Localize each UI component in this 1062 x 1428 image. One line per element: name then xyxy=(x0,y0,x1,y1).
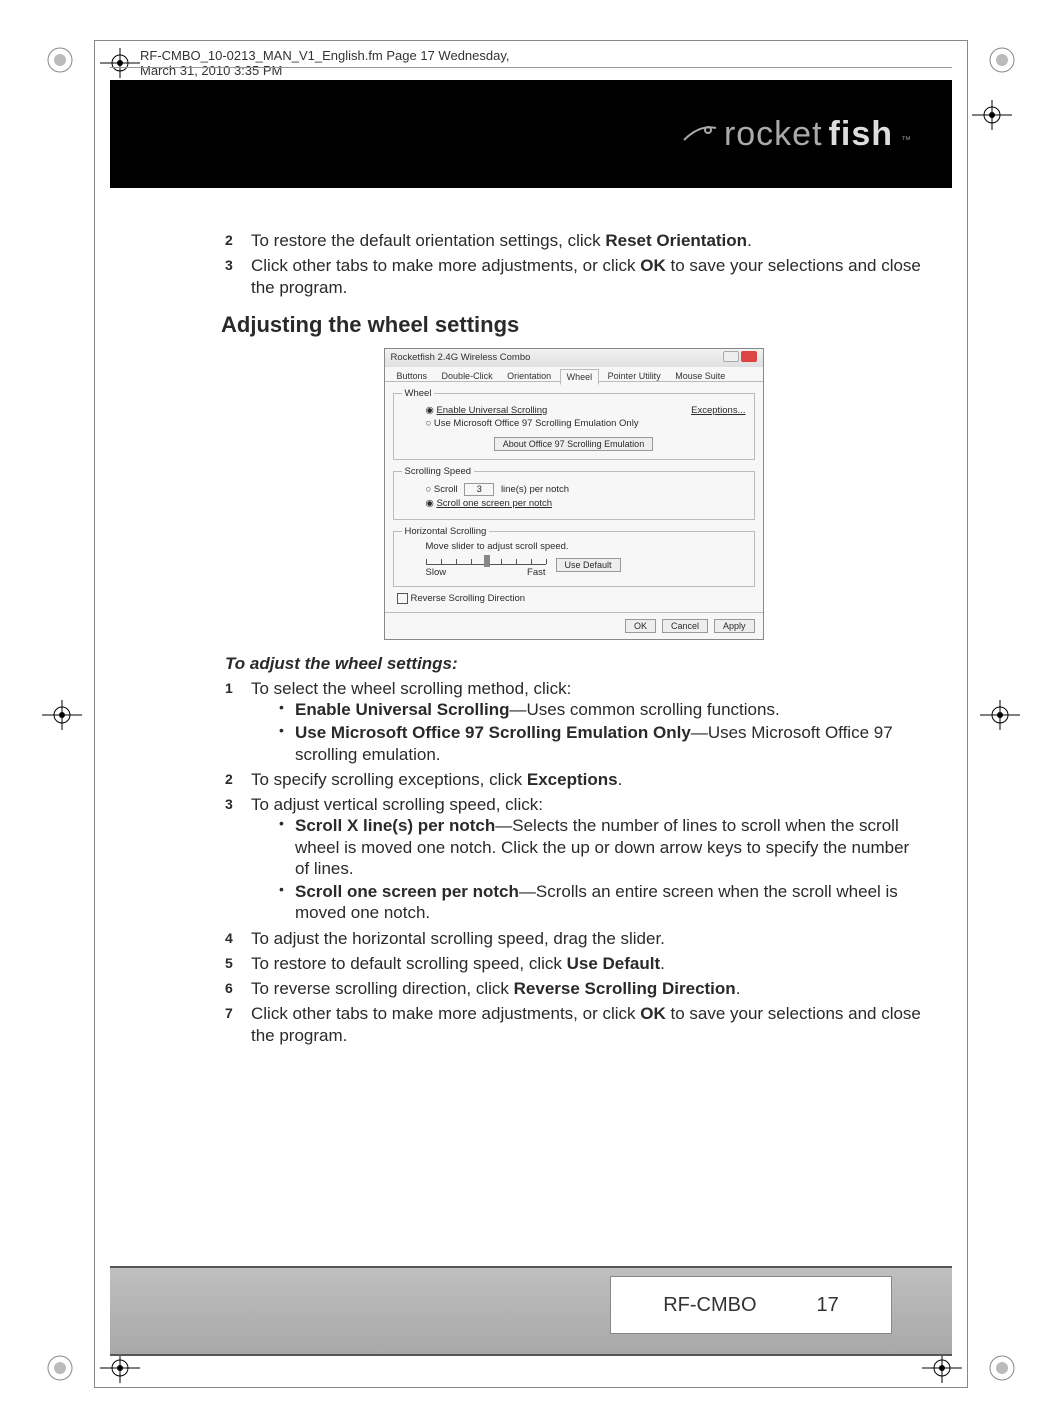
tab-mouse-suite[interactable]: Mouse Suite xyxy=(669,369,731,383)
dialog-tabs[interactable]: Buttons Double-Click Orientation Wheel P… xyxy=(385,367,763,382)
step-text: Click other tabs to make more adjustment… xyxy=(251,256,640,275)
corner-ornament-tr xyxy=(982,40,1022,80)
section-heading: Adjusting the wheel settings xyxy=(221,312,922,338)
footer-band: RF-CMBO 17 xyxy=(110,1266,952,1356)
registration-mark-icon xyxy=(980,700,1020,730)
ui-ref-scroll-one-screen: Scroll one screen per notch xyxy=(295,882,519,901)
step-number: 4 xyxy=(225,930,233,948)
step-4: 4 To adjust the horizontal scrolling spe… xyxy=(225,928,922,949)
ui-ref-exceptions: Exceptions xyxy=(527,770,618,789)
screenshot-wheel-dialog: Rocketfish 2.4G Wireless Combo Buttons D… xyxy=(384,348,764,640)
slider-slow-label: Slow xyxy=(426,567,447,578)
use-default-button[interactable]: Use Default xyxy=(556,558,621,572)
ok-button[interactable]: OK xyxy=(625,619,656,633)
corner-ornament-br xyxy=(982,1348,1022,1388)
logo-suffix: fish xyxy=(829,115,893,154)
exceptions-link[interactable]: Exceptions... xyxy=(691,405,745,416)
tab-double-click[interactable]: Double-Click xyxy=(436,369,499,383)
logo-prefix: rocket xyxy=(724,115,823,154)
step-number: 5 xyxy=(225,955,233,973)
registration-mark-icon xyxy=(972,100,1012,130)
tab-wheel[interactable]: Wheel xyxy=(560,369,600,385)
corner-ornament-tl xyxy=(40,40,80,80)
window-buttons[interactable] xyxy=(721,351,757,365)
tab-orientation[interactable]: Orientation xyxy=(501,369,557,383)
rocketfish-logo-icon xyxy=(682,120,718,148)
lines-suffix: line(s) per notch xyxy=(501,484,569,495)
step-text: To select the wheel scrolling method, cl… xyxy=(251,679,571,698)
step-number: 2 xyxy=(225,232,233,250)
header-meta: RF-CMBO_10-0213_MAN_V1_English.fm Page 1… xyxy=(140,48,542,78)
ui-ref-reset-orientation: Reset Orientation xyxy=(605,231,747,250)
about-office97-button[interactable]: About Office 97 Scrolling Emulation xyxy=(494,437,653,451)
step-number: 6 xyxy=(225,980,233,998)
step-1: 1 To select the wheel scrolling method, … xyxy=(225,678,922,765)
pre-step-3: 3 Click other tabs to make more adjustme… xyxy=(225,255,922,298)
group-horizontal-legend: Horizontal Scrolling xyxy=(402,526,490,537)
radio-office97[interactable]: ○ Use Microsoft Office 97 Scrolling Emul… xyxy=(426,418,639,429)
step-7: 7 Click other tabs to make more adjustme… xyxy=(225,1003,922,1046)
ui-ref-ok: OK xyxy=(640,1004,666,1023)
step-number: 1 xyxy=(225,680,233,698)
step-text: To restore the default orientation setti… xyxy=(251,231,605,250)
group-scrolling-speed: Scrolling Speed ○ Scroll 3 line(s) per n… xyxy=(393,466,755,520)
group-horizontal-scrolling: Horizontal Scrolling Move slider to adju… xyxy=(393,526,755,587)
help-icon[interactable] xyxy=(723,351,739,362)
radio-scroll-lines[interactable]: ○ Scroll 3 line(s) per notch xyxy=(426,483,746,496)
corner-ornament-bl xyxy=(40,1348,80,1388)
group-wheel: Wheel ◉ Enable Universal Scrolling ○ Use… xyxy=(393,388,755,460)
close-icon[interactable] xyxy=(741,351,757,362)
registration-mark-icon xyxy=(42,700,82,730)
lines-per-notch-input[interactable]: 3 xyxy=(464,483,494,496)
step-number: 2 xyxy=(225,771,233,789)
rocketfish-logo: rocketfish ™ xyxy=(682,115,912,154)
bullet-scroll-lines: Scroll X line(s) per notch—Selects the n… xyxy=(279,815,922,879)
step-3: 3 To adjust vertical scrolling speed, cl… xyxy=(225,794,922,924)
dialog-title: Rocketfish 2.4G Wireless Combo xyxy=(391,352,531,363)
header-rule xyxy=(110,67,952,68)
radio-scroll-screen[interactable]: ◉ Scroll one screen per notch xyxy=(426,498,746,509)
pre-step-2: 2 To restore the default orientation set… xyxy=(225,230,922,251)
apply-button[interactable]: Apply xyxy=(714,619,755,633)
radio-enable-universal[interactable]: ◉ Enable Universal Scrolling xyxy=(426,405,639,416)
step-number: 3 xyxy=(225,257,233,275)
tab-pointer-utility[interactable]: Pointer Utility xyxy=(602,369,667,383)
step-text-tail: . xyxy=(747,231,752,250)
group-wheel-legend: Wheel xyxy=(402,388,435,399)
bullet-enable-universal: Enable Universal Scrolling—Uses common s… xyxy=(279,699,922,720)
group-scrolling-speed-legend: Scrolling Speed xyxy=(402,466,475,477)
horizontal-speed-slider[interactable] xyxy=(426,552,546,565)
brand-banner: rocketfish ™ xyxy=(110,80,952,188)
content-area: 2 To restore the default orientation set… xyxy=(225,230,922,1050)
footer-model: RF-CMBO xyxy=(663,1294,756,1317)
step-2: 2 To specify scrolling exceptions, click… xyxy=(225,769,922,790)
logo-tm: ™ xyxy=(901,135,912,146)
footer-page: 17 xyxy=(817,1294,839,1317)
ui-ref-ok: OK xyxy=(640,256,666,275)
ui-ref-enable-universal: Enable Universal Scrolling xyxy=(295,700,509,719)
bullet-office97: Use Microsoft Office 97 Scrolling Emulat… xyxy=(279,722,922,765)
procedure-heading: To adjust the wheel settings: xyxy=(225,654,922,674)
step-5: 5 To restore to default scrolling speed,… xyxy=(225,953,922,974)
footer-box: RF-CMBO 17 xyxy=(610,1276,892,1334)
reverse-scrolling-checkbox[interactable]: Reverse Scrolling Direction xyxy=(397,593,751,604)
step-6: 6 To reverse scrolling direction, click … xyxy=(225,978,922,999)
tab-buttons[interactable]: Buttons xyxy=(391,369,434,383)
ui-ref-office97: Use Microsoft Office 97 Scrolling Emulat… xyxy=(295,723,691,742)
checkbox-icon[interactable] xyxy=(397,593,408,604)
cancel-button[interactable]: Cancel xyxy=(662,619,708,633)
ui-ref-scroll-x-lines: Scroll X line(s) per notch xyxy=(295,816,495,835)
horiz-hint: Move slider to adjust scroll speed. xyxy=(426,541,746,552)
ui-ref-reverse-scrolling: Reverse Scrolling Direction xyxy=(514,979,736,998)
slider-fast-label: Fast xyxy=(527,567,545,578)
ui-ref-use-default: Use Default xyxy=(567,954,661,973)
step-number: 3 xyxy=(225,796,233,814)
step-number: 7 xyxy=(225,1005,233,1023)
bullet-scroll-screen: Scroll one screen per notch—Scrolls an e… xyxy=(279,881,922,924)
